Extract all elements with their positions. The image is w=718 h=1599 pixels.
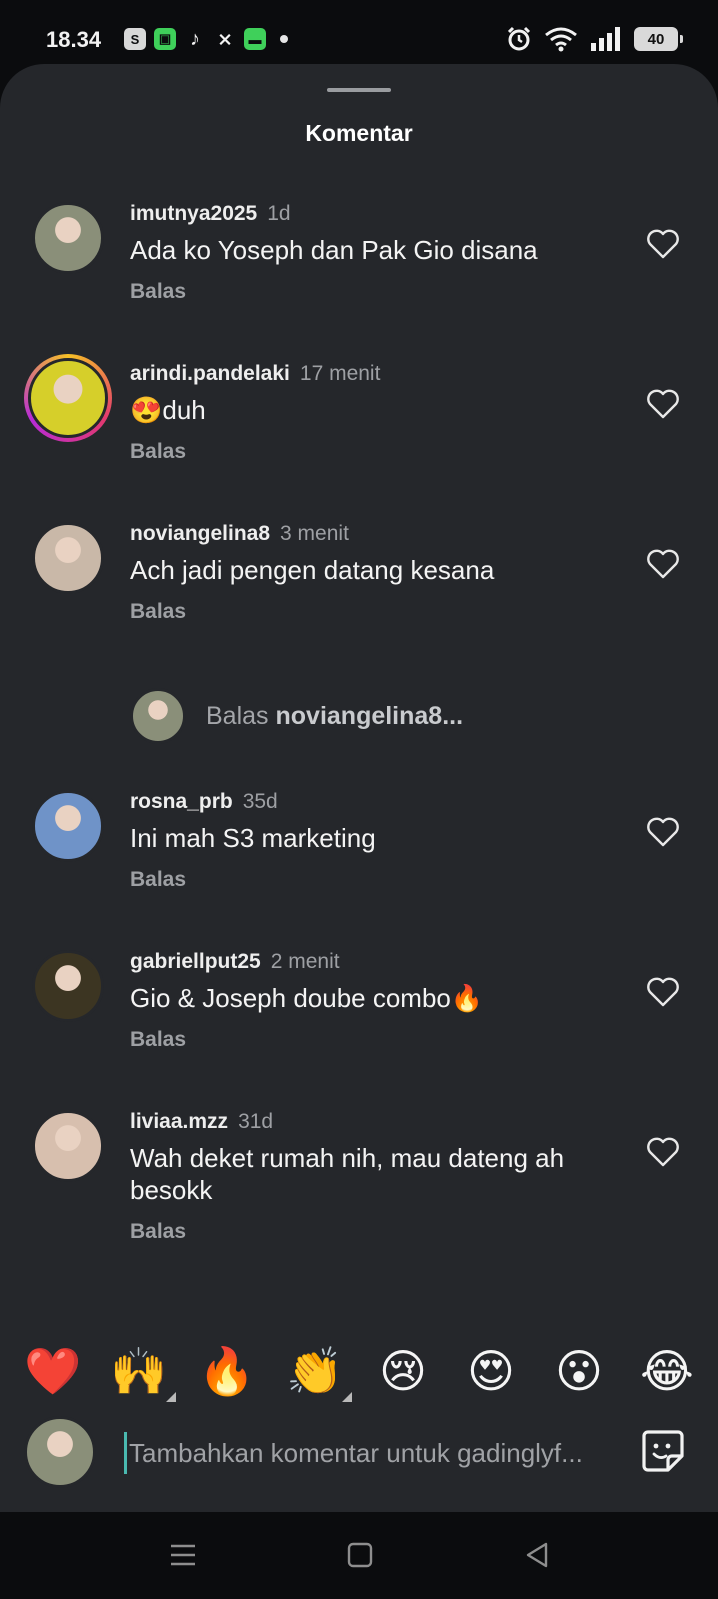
status-time: 18.34: [46, 27, 102, 52]
comment-composer: [0, 1408, 718, 1512]
reply-prompt[interactable]: Balas noviangelina8...: [130, 688, 590, 744]
emoji-fire-button[interactable]: 🔥: [198, 1342, 256, 1400]
avatar-image: [32, 950, 104, 1022]
navigation-bar: [0, 1512, 718, 1599]
reply-button[interactable]: Balas: [130, 1220, 186, 1244]
sheet-title: Komentar: [305, 120, 413, 146]
comment-time: 1d: [267, 202, 291, 225]
dot-icon: [280, 35, 288, 43]
reply-button[interactable]: Balas: [130, 280, 186, 304]
comment-username[interactable]: noviangelina8 3 menit: [130, 522, 349, 546]
avatar[interactable]: [32, 1110, 104, 1182]
emoji-heart-button[interactable]: ❤️: [24, 1342, 82, 1400]
emoji-laugh-button[interactable]: 😂: [638, 1342, 696, 1400]
avatar-image: [24, 1416, 96, 1488]
comment-time: 35d: [242, 790, 278, 813]
reply-prompt-text: Balas noviangelina8...: [206, 702, 464, 730]
comment-text: Ini mah S3 marketing: [130, 823, 376, 853]
comment-username[interactable]: arindi.pandelaki 17 menit: [130, 362, 380, 386]
skin-tone-caret-icon: [166, 1392, 176, 1402]
own-avatar: [130, 688, 186, 744]
emoji-surprised-button[interactable]: 😮: [550, 1342, 608, 1400]
emoji-heart-eyes-button[interactable]: 😍: [462, 1342, 520, 1400]
comment-item: liviaa.mzz 31d Wah deket rumah nih, mau d…: [0, 1102, 718, 1272]
battery-icon: 40: [634, 27, 683, 51]
own-avatar: [24, 1416, 96, 1488]
comment-time: 17 menit: [299, 362, 381, 385]
reply-button[interactable]: Balas: [130, 868, 186, 892]
emoji-bar: ❤️ 🙌 🔥 👏 😢 😍 😮 😂: [0, 1320, 718, 1410]
system-status-icons: 40: [506, 26, 683, 52]
wifi-icon: [545, 27, 577, 52]
sticker-icon[interactable]: [640, 1428, 686, 1474]
comment-item: gabriellput25 2 menit Gio & Joseph doube …: [0, 942, 718, 1072]
emoji-raised-hands-button[interactable]: 🙌: [110, 1342, 168, 1400]
skin-tone-caret-icon: [342, 1392, 352, 1402]
comment-item: noviangelina8 3 menit Ach jadi pengen dat…: [0, 514, 718, 644]
tiktok-icon: ♪: [190, 27, 200, 50]
heart-icon[interactable]: [646, 816, 680, 848]
comment-username[interactable]: liviaa.mzz 31d: [130, 1110, 273, 1134]
home-icon[interactable]: [345, 1540, 375, 1570]
reply-button[interactable]: Balas: [130, 440, 186, 464]
notification-icons: S ▣ ♪ ⨯ ▬: [124, 28, 288, 50]
comment-time: 2 menit: [270, 950, 340, 973]
signal-icon: [591, 27, 620, 51]
green-app-icon: ▣: [154, 28, 176, 50]
emoji-clap-button[interactable]: 👏: [286, 1342, 344, 1400]
heart-icon[interactable]: [646, 548, 680, 580]
chat-app-icon: ▬: [244, 28, 266, 50]
comment-item: arindi.pandelaki 17 menit 😍duh Balas: [0, 354, 718, 484]
emoji-cry-button[interactable]: 😢: [374, 1342, 432, 1400]
avatar-image: [28, 358, 108, 438]
comment-username[interactable]: rosna_prb 35d: [130, 790, 278, 814]
avatar[interactable]: [32, 950, 104, 1022]
heart-icon[interactable]: [646, 976, 680, 1008]
drag-handle[interactable]: [327, 88, 391, 92]
avatar[interactable]: [32, 790, 104, 862]
back-icon[interactable]: [522, 1540, 552, 1570]
comment-text: Gio & Joseph doube combo🔥: [130, 983, 484, 1013]
comment-item: imutnya2025 1d Ada ko Yoseph dan Pak Gio …: [0, 194, 718, 324]
avatar-image: [130, 688, 186, 744]
comment-text: Ada ko Yoseph dan Pak Gio disana: [130, 235, 538, 265]
comment-item: rosna_prb 35d Ini mah S3 marketing Balas: [0, 782, 718, 912]
avatar-image: [32, 522, 104, 594]
heart-icon[interactable]: [646, 388, 680, 420]
avatar-story-ring[interactable]: [24, 354, 112, 442]
avatar-image: [32, 202, 104, 274]
comment-username[interactable]: imutnya2025 1d: [130, 202, 291, 226]
alarm-icon: [507, 26, 531, 51]
shopee-notification-icon: S: [124, 28, 146, 50]
capcut-icon: ⨯: [217, 28, 233, 49]
menu-icon[interactable]: [168, 1540, 198, 1570]
comments-sheet: Komentar imutnya2025 1d Ada ko Yoseph dan…: [0, 64, 718, 1512]
comment-time: 3 menit: [280, 522, 349, 545]
comment-text: Ach jadi pengen datang kesana: [130, 555, 495, 585]
avatar-image: [32, 1110, 104, 1182]
comment-input[interactable]: [124, 1432, 614, 1474]
avatar[interactable]: [32, 522, 104, 594]
comment-text: Wah deket rumah nih, mau dateng ah besok…: [130, 1143, 565, 1205]
reply-button[interactable]: Balas: [130, 1028, 186, 1052]
comment-time: 31d: [238, 1110, 274, 1133]
avatar[interactable]: [32, 202, 104, 274]
heart-icon[interactable]: [646, 228, 680, 260]
avatar-image: [32, 790, 104, 862]
comment-username[interactable]: gabriellput25 2 menit: [130, 950, 340, 974]
comment-text: 😍duh: [130, 395, 206, 425]
heart-icon[interactable]: [646, 1136, 680, 1168]
reply-button[interactable]: Balas: [130, 600, 186, 624]
